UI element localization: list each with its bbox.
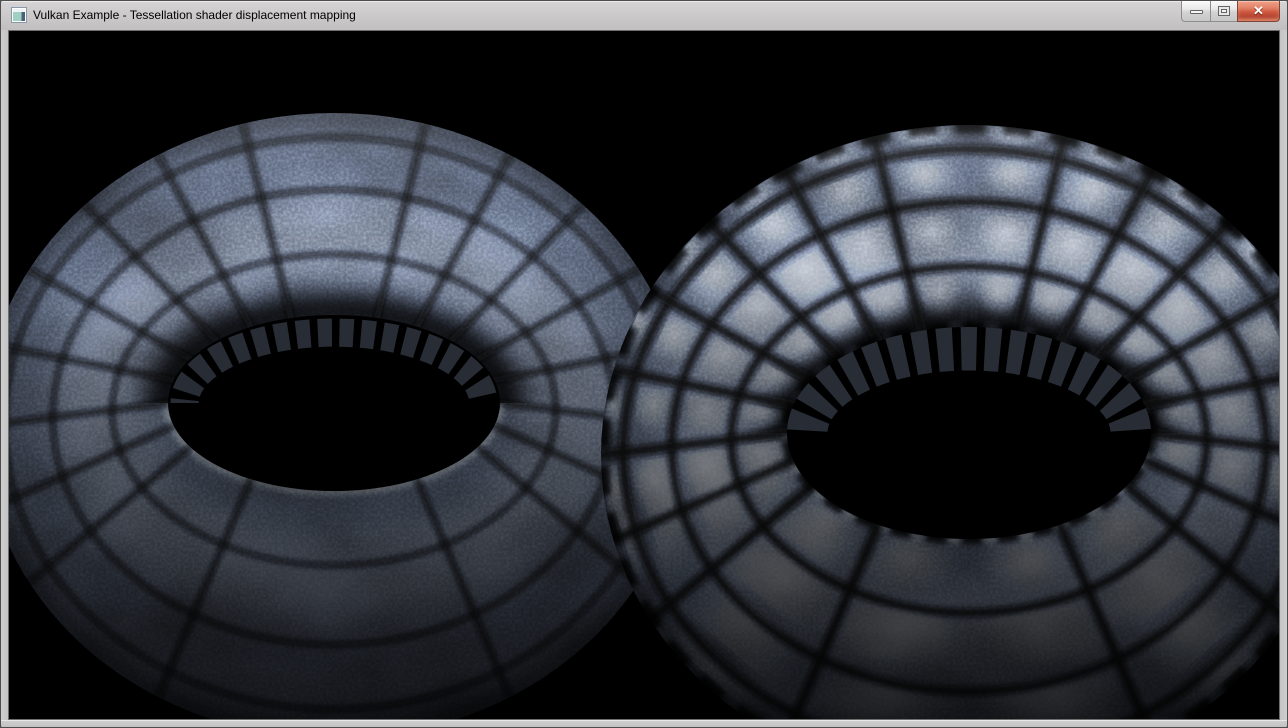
- window-frame-left: [1, 30, 8, 727]
- torus-no-displacement: [9, 113, 686, 720]
- vulkan-example-window: Vulkan Example - Tessellation shader dis…: [0, 0, 1288, 728]
- close-icon: ✕: [1253, 3, 1264, 19]
- minimize-button[interactable]: [1181, 1, 1211, 22]
- torus-no-displacement-inner-wall: [185, 333, 484, 474]
- maximize-button[interactable]: [1210, 1, 1238, 22]
- window-title: Vulkan Example - Tessellation shader dis…: [33, 1, 356, 30]
- torus-with-displacement-inner-wall: [805, 348, 1133, 518]
- torus-with-displacement: [597, 121, 1280, 720]
- render-viewport[interactable]: [8, 30, 1280, 720]
- titlebar[interactable]: Vulkan Example - Tessellation shader dis…: [1, 1, 1287, 30]
- maximize-icon: [1218, 6, 1230, 16]
- minimize-icon: [1190, 10, 1203, 14]
- render-canvas[interactable]: [9, 31, 1280, 720]
- application-icon[interactable]: [11, 7, 27, 23]
- application-icon-image: [11, 7, 27, 23]
- window-frame-right: [1280, 30, 1287, 727]
- window-frame-bottom: [1, 720, 1287, 727]
- close-button[interactable]: ✕: [1237, 1, 1280, 22]
- window-controls: ✕: [1181, 1, 1280, 22]
